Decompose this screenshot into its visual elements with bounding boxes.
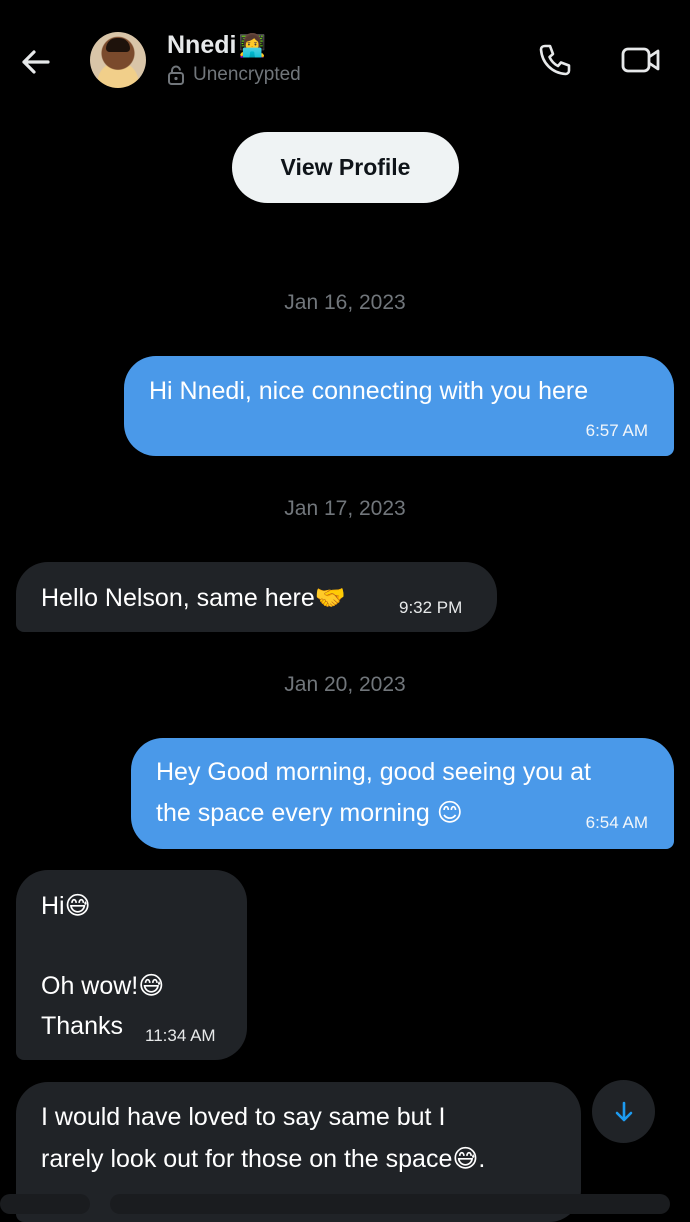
message-bubble-sent[interactable]: Hi Nnedi, nice connecting with you here …	[124, 356, 674, 456]
date-separator: Jan 16, 2023	[284, 291, 406, 314]
phone-icon[interactable]	[535, 40, 575, 80]
lock-icon	[168, 65, 184, 85]
video-call-icon[interactable]	[620, 40, 660, 80]
message-bubble-sent[interactable]: Hey Good morning, good seeing you at the…	[131, 738, 674, 849]
back-arrow-icon[interactable]	[18, 44, 54, 80]
conversation-header: Nnedi👩‍💻 Unencrypted	[0, 0, 690, 120]
message-text-line: Hi😅	[41, 892, 91, 920]
date-separator: Jan 17, 2023	[284, 497, 406, 520]
contact-name[interactable]: Nnedi👩‍💻	[167, 31, 266, 60]
date-separator: Jan 20, 2023	[284, 673, 406, 696]
encryption-status: Unencrypted	[167, 64, 301, 86]
view-profile-button[interactable]: View Profile	[232, 132, 459, 203]
encryption-label: Unencrypted	[193, 64, 301, 85]
message-time: 6:57 AM	[585, 421, 648, 440]
message-text-line: Hey Good morning, good seeing you at	[156, 758, 591, 786]
message-text: Hi Nnedi, nice connecting with you here	[149, 377, 589, 405]
message-composer	[0, 1188, 690, 1214]
scroll-to-bottom-button[interactable]	[592, 1080, 655, 1143]
composer-media-button[interactable]	[0, 1194, 90, 1214]
message-text-line: Oh wow!😅	[41, 972, 165, 1000]
contact-name-text: Nnedi	[167, 31, 237, 59]
message-text: Hello Nelson, same here🤝	[41, 584, 346, 612]
message-time: 6:54 AM	[585, 813, 648, 832]
message-text-line: rarely look out for those on the space😅.	[41, 1145, 486, 1173]
message-bubble-received[interactable]: Hi😅 Oh wow!😅 Thanks 11:34 AM	[16, 870, 247, 1060]
message-time: 9:32 PM	[399, 598, 463, 617]
composer-input[interactable]	[110, 1194, 670, 1214]
arrow-down-icon	[615, 1101, 632, 1121]
contact-name-emoji: 👩‍💻	[238, 33, 266, 58]
avatar[interactable]	[90, 32, 146, 88]
message-text-line: I would have loved to say same but I	[41, 1103, 446, 1131]
message-text-line: Thanks	[41, 1012, 123, 1040]
message-bubble-received[interactable]: Hello Nelson, same here🤝 9:32 PM	[16, 562, 497, 632]
message-time: 11:34 AM	[145, 1026, 216, 1045]
message-text-line: the space every morning 😊	[156, 799, 463, 827]
